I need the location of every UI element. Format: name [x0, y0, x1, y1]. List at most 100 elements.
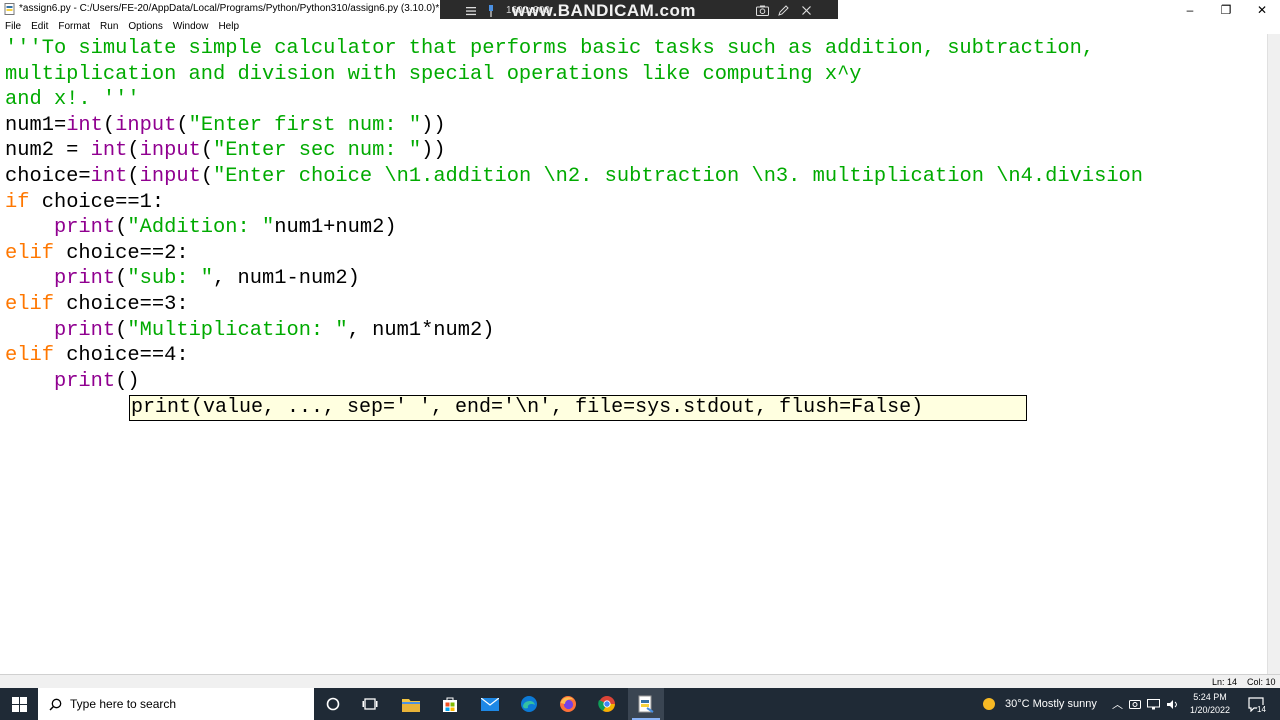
code-token: )) [421, 139, 446, 163]
notification-center-icon[interactable]: 14 [1244, 688, 1268, 720]
code-line[interactable]: num2 = int(input("Enter sec num: ")) [5, 138, 1143, 164]
code-line[interactable]: and x!. ''' [5, 87, 1143, 113]
code-token: choice==3: [53, 292, 189, 316]
volume-icon[interactable] [1166, 699, 1179, 710]
code-line[interactable]: print() [5, 369, 1143, 395]
minimize-button[interactable]: – [1172, 0, 1208, 19]
code-line[interactable]: print("Multiplication: ", num1*num2) [5, 318, 1143, 344]
clock-time: 5:24 PM [1193, 692, 1227, 702]
code-line[interactable]: '''To simulate simple calculator that pe… [5, 36, 1143, 62]
code-line[interactable]: if choice==1: [5, 190, 1143, 216]
code-line[interactable]: print("sub: ", num1-num2) [5, 266, 1143, 292]
code-token: input [139, 164, 201, 188]
taskbar: Type here to search 30°C Mostly sunny ︿ … [0, 688, 1280, 720]
code-editor[interactable]: '''To simulate simple calculator that pe… [0, 34, 1267, 674]
code-token: elif [5, 292, 54, 316]
weather-widget[interactable]: 30°C Mostly sunny [981, 688, 1097, 720]
code-token: , num1-num2) [213, 267, 360, 291]
system-tray: ︿ [1112, 688, 1179, 720]
clock[interactable]: 5:24 PM 1/20/2022 [1184, 691, 1236, 717]
sun-cloud-icon [983, 698, 995, 710]
code-token: choice= [5, 164, 91, 188]
vertical-scrollbar[interactable] [1267, 34, 1280, 674]
chevron-up-icon[interactable]: ︿ [1112, 696, 1123, 712]
mail-icon[interactable] [472, 688, 508, 720]
code-text[interactable]: '''To simulate simple calculator that pe… [5, 36, 1143, 394]
menu-help[interactable]: Help [213, 19, 244, 34]
taskbar-search-box[interactable]: Type here to search [38, 688, 314, 720]
weather-text: 30°C Mostly sunny [1005, 698, 1097, 710]
clock-date: 1/20/2022 [1189, 705, 1231, 715]
start-button[interactable] [0, 688, 38, 720]
network-icon[interactable] [1147, 698, 1160, 710]
code-token: choice==1: [29, 190, 165, 214]
pin-icon[interactable] [487, 0, 495, 21]
code-token: '''To simulate simple calculator that pe… [5, 37, 1095, 60]
code-line[interactable]: choice=int(input("Enter choice \n1.addit… [5, 164, 1143, 190]
edge-browser-icon[interactable] [511, 688, 547, 720]
firefox-icon[interactable] [550, 688, 586, 720]
code-token: int [90, 164, 128, 188]
code-token: choice==2: [53, 241, 189, 265]
code-token: choice==4: [53, 344, 189, 368]
code-token: ( [127, 139, 140, 163]
cortana-icon[interactable] [315, 688, 351, 720]
menu-window[interactable]: Window [168, 19, 214, 34]
chrome-icon[interactable] [589, 688, 625, 720]
menu-file[interactable]: File [0, 19, 26, 34]
code-token: ( [115, 216, 128, 240]
code-token: num2 = [5, 139, 91, 163]
code-token: num1= [5, 113, 67, 137]
pencil-icon[interactable] [778, 0, 789, 21]
idle-app-icon [4, 3, 15, 15]
menu-format[interactable]: Format [53, 19, 95, 34]
search-placeholder: Type here to search [70, 697, 177, 711]
menu-edit[interactable]: Edit [26, 19, 53, 34]
search-icon [49, 698, 62, 711]
status-line: Ln: 14 [1212, 677, 1238, 687]
code-token: "Enter sec num: " [213, 139, 422, 163]
code-token: () [115, 369, 140, 393]
code-token: ( [200, 139, 214, 163]
code-token: ( [102, 113, 116, 137]
microsoft-store-icon[interactable] [432, 688, 468, 720]
camera-tray-icon[interactable] [1129, 699, 1141, 709]
menu-lines-icon[interactable] [466, 0, 476, 21]
code-token: "Addition: " [127, 216, 275, 240]
code-token: print [53, 216, 116, 240]
task-view-icon[interactable] [352, 688, 388, 720]
code-token: elif [5, 241, 54, 265]
code-token: ( [200, 164, 214, 188]
code-token: , num1*num2) [347, 318, 495, 342]
code-line[interactable]: print("Addition: "num1+num2) [5, 215, 1143, 241]
code-token: print [53, 267, 116, 291]
code-token: and x!. ''' [5, 88, 140, 112]
code-token: if [5, 190, 30, 214]
code-token: elif [5, 344, 54, 368]
code-token: int [66, 113, 103, 137]
menu-options[interactable]: Options [123, 19, 167, 34]
code-line[interactable]: num1=int(input("Enter first num: ")) [5, 113, 1143, 139]
code-token: "Enter choice \n1.addition \n2. subtract… [213, 164, 1144, 188]
code-token: int [90, 139, 128, 163]
code-token: input [139, 139, 201, 163]
code-token: ( [176, 113, 189, 137]
recorder-close-icon[interactable] [802, 0, 811, 21]
code-token: input [115, 113, 177, 137]
code-token: "Multiplication: " [127, 318, 348, 342]
camera-icon[interactable] [756, 0, 769, 21]
close-button[interactable]: ✕ [1244, 0, 1280, 19]
menu-bar: File Edit Format Run Options Window Help [0, 19, 1280, 34]
code-line[interactable]: elif choice==2: [5, 241, 1143, 267]
calltip-tooltip: print(value, ..., sep=' ', end='\n', fil… [129, 395, 1027, 421]
menu-run[interactable]: Run [95, 19, 123, 34]
maximize-button[interactable]: ❐ [1208, 0, 1244, 19]
code-line[interactable]: elif choice==4: [5, 343, 1143, 369]
file-explorer-icon[interactable] [393, 688, 429, 720]
code-line[interactable]: elif choice==3: [5, 292, 1143, 318]
python-idle-taskbar-icon[interactable] [628, 688, 664, 720]
code-line[interactable]: multiplication and division with special… [5, 62, 1143, 88]
